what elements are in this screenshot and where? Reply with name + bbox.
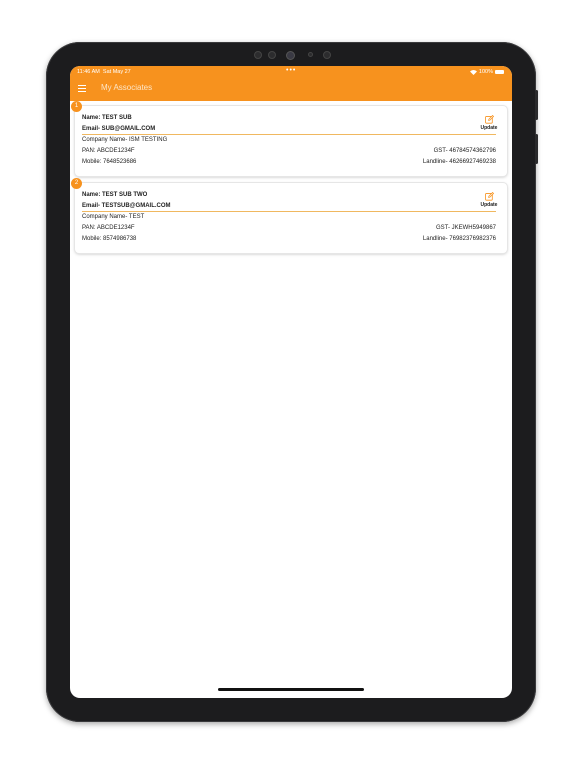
hamburger-menu-icon[interactable] [78,85,86,93]
index-badge: 1 [71,101,82,112]
associate-card: 1 Name: TEST SUB Email- SUB@GMAIL.COM Co… [71,101,507,176]
camera-icon [286,51,295,60]
sensor-icon [268,51,276,59]
mobile-number: Mobile: 8574986738 [82,236,137,242]
index-badge: 2 [71,178,82,189]
update-button[interactable]: Update [479,115,499,131]
update-label: Update [480,202,498,208]
page-title: My Associates [101,83,153,92]
status-date: Sat May 27 [102,69,131,75]
associate-name: Name: TEST SUB [82,115,132,121]
divider [82,134,496,135]
associate-email: Email- TESTSUB@GMAIL.COM [82,203,171,209]
company-name: Company Name- ISM TESTING [82,137,168,143]
mobile-number: Mobile: 7648523686 [82,159,137,165]
power-button [535,90,538,120]
divider [82,211,496,212]
status-bar: 11:46 AM Sat May 27 ••• 100% [70,67,512,78]
volume-button [535,134,538,164]
wifi-icon [469,69,477,75]
edit-icon [484,192,494,201]
multitask-dots[interactable]: ••• [286,67,296,74]
status-time: 11:46 AM [77,69,100,75]
home-indicator[interactable] [218,688,364,691]
sensor-icon [308,52,313,57]
sensor-icon [323,51,331,59]
gst-number: GST- JKEWH5949867 [435,225,496,231]
pan-number: PAN: ABCDE1234F [82,225,135,231]
battery-percent: 100% [478,69,493,75]
landline-number: Landline- 46266927469238 [422,159,496,165]
update-button[interactable]: Update [479,192,499,208]
app-bar: 11:46 AM Sat May 27 ••• 100% My Associat… [70,66,512,101]
app-screen: 11:46 AM Sat May 27 ••• 100% My Associat… [70,66,512,698]
associate-name: Name: TEST SUB TWO [82,192,148,198]
camera-bar [46,48,536,60]
battery-icon [495,70,504,74]
edit-icon [484,115,494,124]
landline-number: Landline- 76982376982376 [422,236,496,242]
pan-number: PAN: ABCDE1234F [82,148,135,154]
gst-number: GST- 46784574362796 [433,148,496,154]
update-label: Update [480,125,498,131]
associate-card: 2 Name: TEST SUB TWO Email- TESTSUB@GMAI… [71,178,507,253]
sensor-icon [254,51,262,59]
company-name: Company Name- TEST [82,214,145,220]
associate-email: Email- SUB@GMAIL.COM [82,126,156,132]
